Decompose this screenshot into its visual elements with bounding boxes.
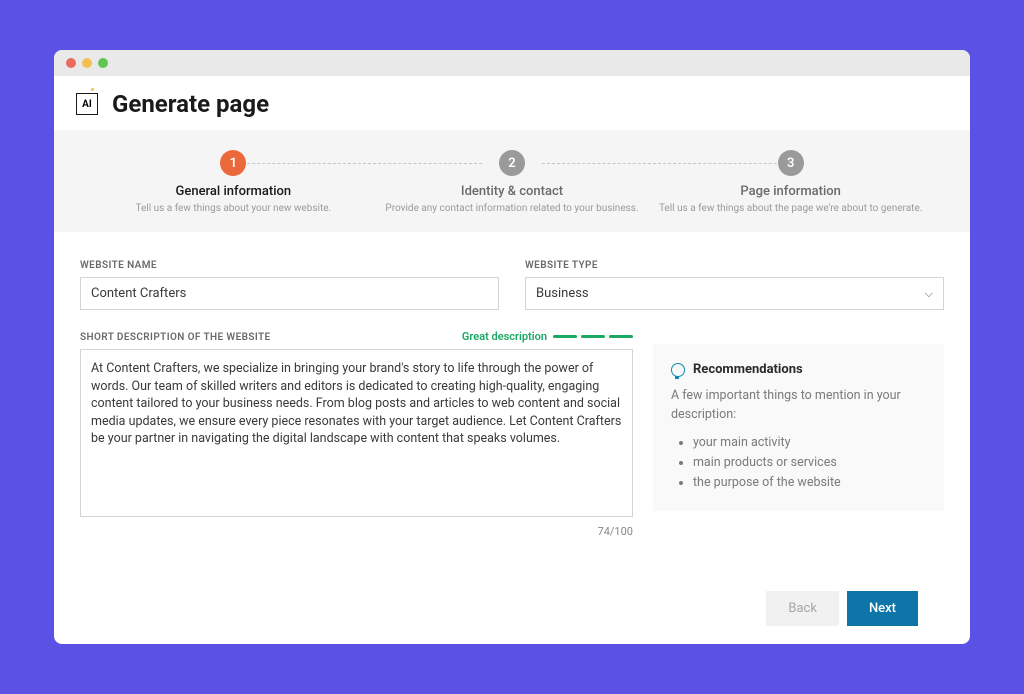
titlebar bbox=[54, 50, 970, 76]
back-button[interactable]: Back bbox=[766, 591, 839, 626]
step-page-information[interactable]: 3 Page information Tell us a few things … bbox=[651, 150, 930, 214]
step-subtitle: Provide any contact information related … bbox=[373, 203, 652, 214]
recommendations-heading: Recommendations bbox=[693, 362, 803, 377]
website-type-value: Business bbox=[536, 286, 589, 301]
list-item: main products or services bbox=[693, 453, 926, 473]
website-name-input[interactable] bbox=[80, 277, 499, 310]
step-identity-contact[interactable]: 2 Identity & contact Provide any contact… bbox=[373, 150, 652, 214]
step-title: Identity & contact bbox=[373, 184, 652, 199]
step-title: Page information bbox=[651, 184, 930, 199]
step-title: General information bbox=[94, 184, 373, 199]
minimize-dot[interactable] bbox=[82, 58, 92, 68]
lightbulb-icon bbox=[671, 363, 685, 377]
form-content: WEBSITE NAME WEBSITE TYPE Business ⌵ SHO… bbox=[54, 232, 970, 644]
recommendations-intro: A few important things to mention in you… bbox=[671, 387, 926, 425]
step-number: 3 bbox=[778, 150, 804, 176]
website-type-label: WEBSITE TYPE bbox=[525, 260, 944, 271]
description-label: SHORT DESCRIPTION OF THE WEBSITE bbox=[80, 332, 271, 343]
description-feedback: Great description bbox=[462, 330, 633, 343]
word-counter: 74/100 bbox=[80, 525, 633, 538]
ai-icon: AI bbox=[76, 93, 98, 115]
list-item: your main activity bbox=[693, 433, 926, 453]
website-type-select[interactable]: Business ⌵ bbox=[525, 277, 944, 310]
step-subtitle: Tell us a few things about your new webs… bbox=[94, 203, 373, 214]
website-name-label: WEBSITE NAME bbox=[80, 260, 499, 271]
ai-icon-label: AI bbox=[82, 99, 92, 110]
page-title: Generate page bbox=[112, 90, 269, 118]
recommendations-box: Recommendations A few important things t… bbox=[653, 344, 944, 511]
list-item: the purpose of the website bbox=[693, 473, 926, 493]
feedback-text: Great description bbox=[462, 330, 547, 343]
description-textarea[interactable] bbox=[80, 349, 633, 517]
next-button[interactable]: Next bbox=[847, 591, 918, 626]
page-header: AI Generate page bbox=[54, 76, 970, 130]
step-subtitle: Tell us a few things about the page we'r… bbox=[651, 203, 930, 214]
recommendations-list: your main activity main products or serv… bbox=[671, 433, 926, 493]
chevron-down-icon: ⌵ bbox=[925, 287, 933, 301]
footer-buttons: Back Next bbox=[80, 567, 944, 644]
strength-indicator bbox=[553, 335, 633, 338]
app-window: AI Generate page 1 General information T… bbox=[54, 50, 970, 644]
step-number: 1 bbox=[220, 150, 246, 176]
step-general-information[interactable]: 1 General information Tell us a few thin… bbox=[94, 150, 373, 214]
stepper: 1 General information Tell us a few thin… bbox=[54, 130, 970, 232]
close-dot[interactable] bbox=[66, 58, 76, 68]
step-number: 2 bbox=[499, 150, 525, 176]
maximize-dot[interactable] bbox=[98, 58, 108, 68]
